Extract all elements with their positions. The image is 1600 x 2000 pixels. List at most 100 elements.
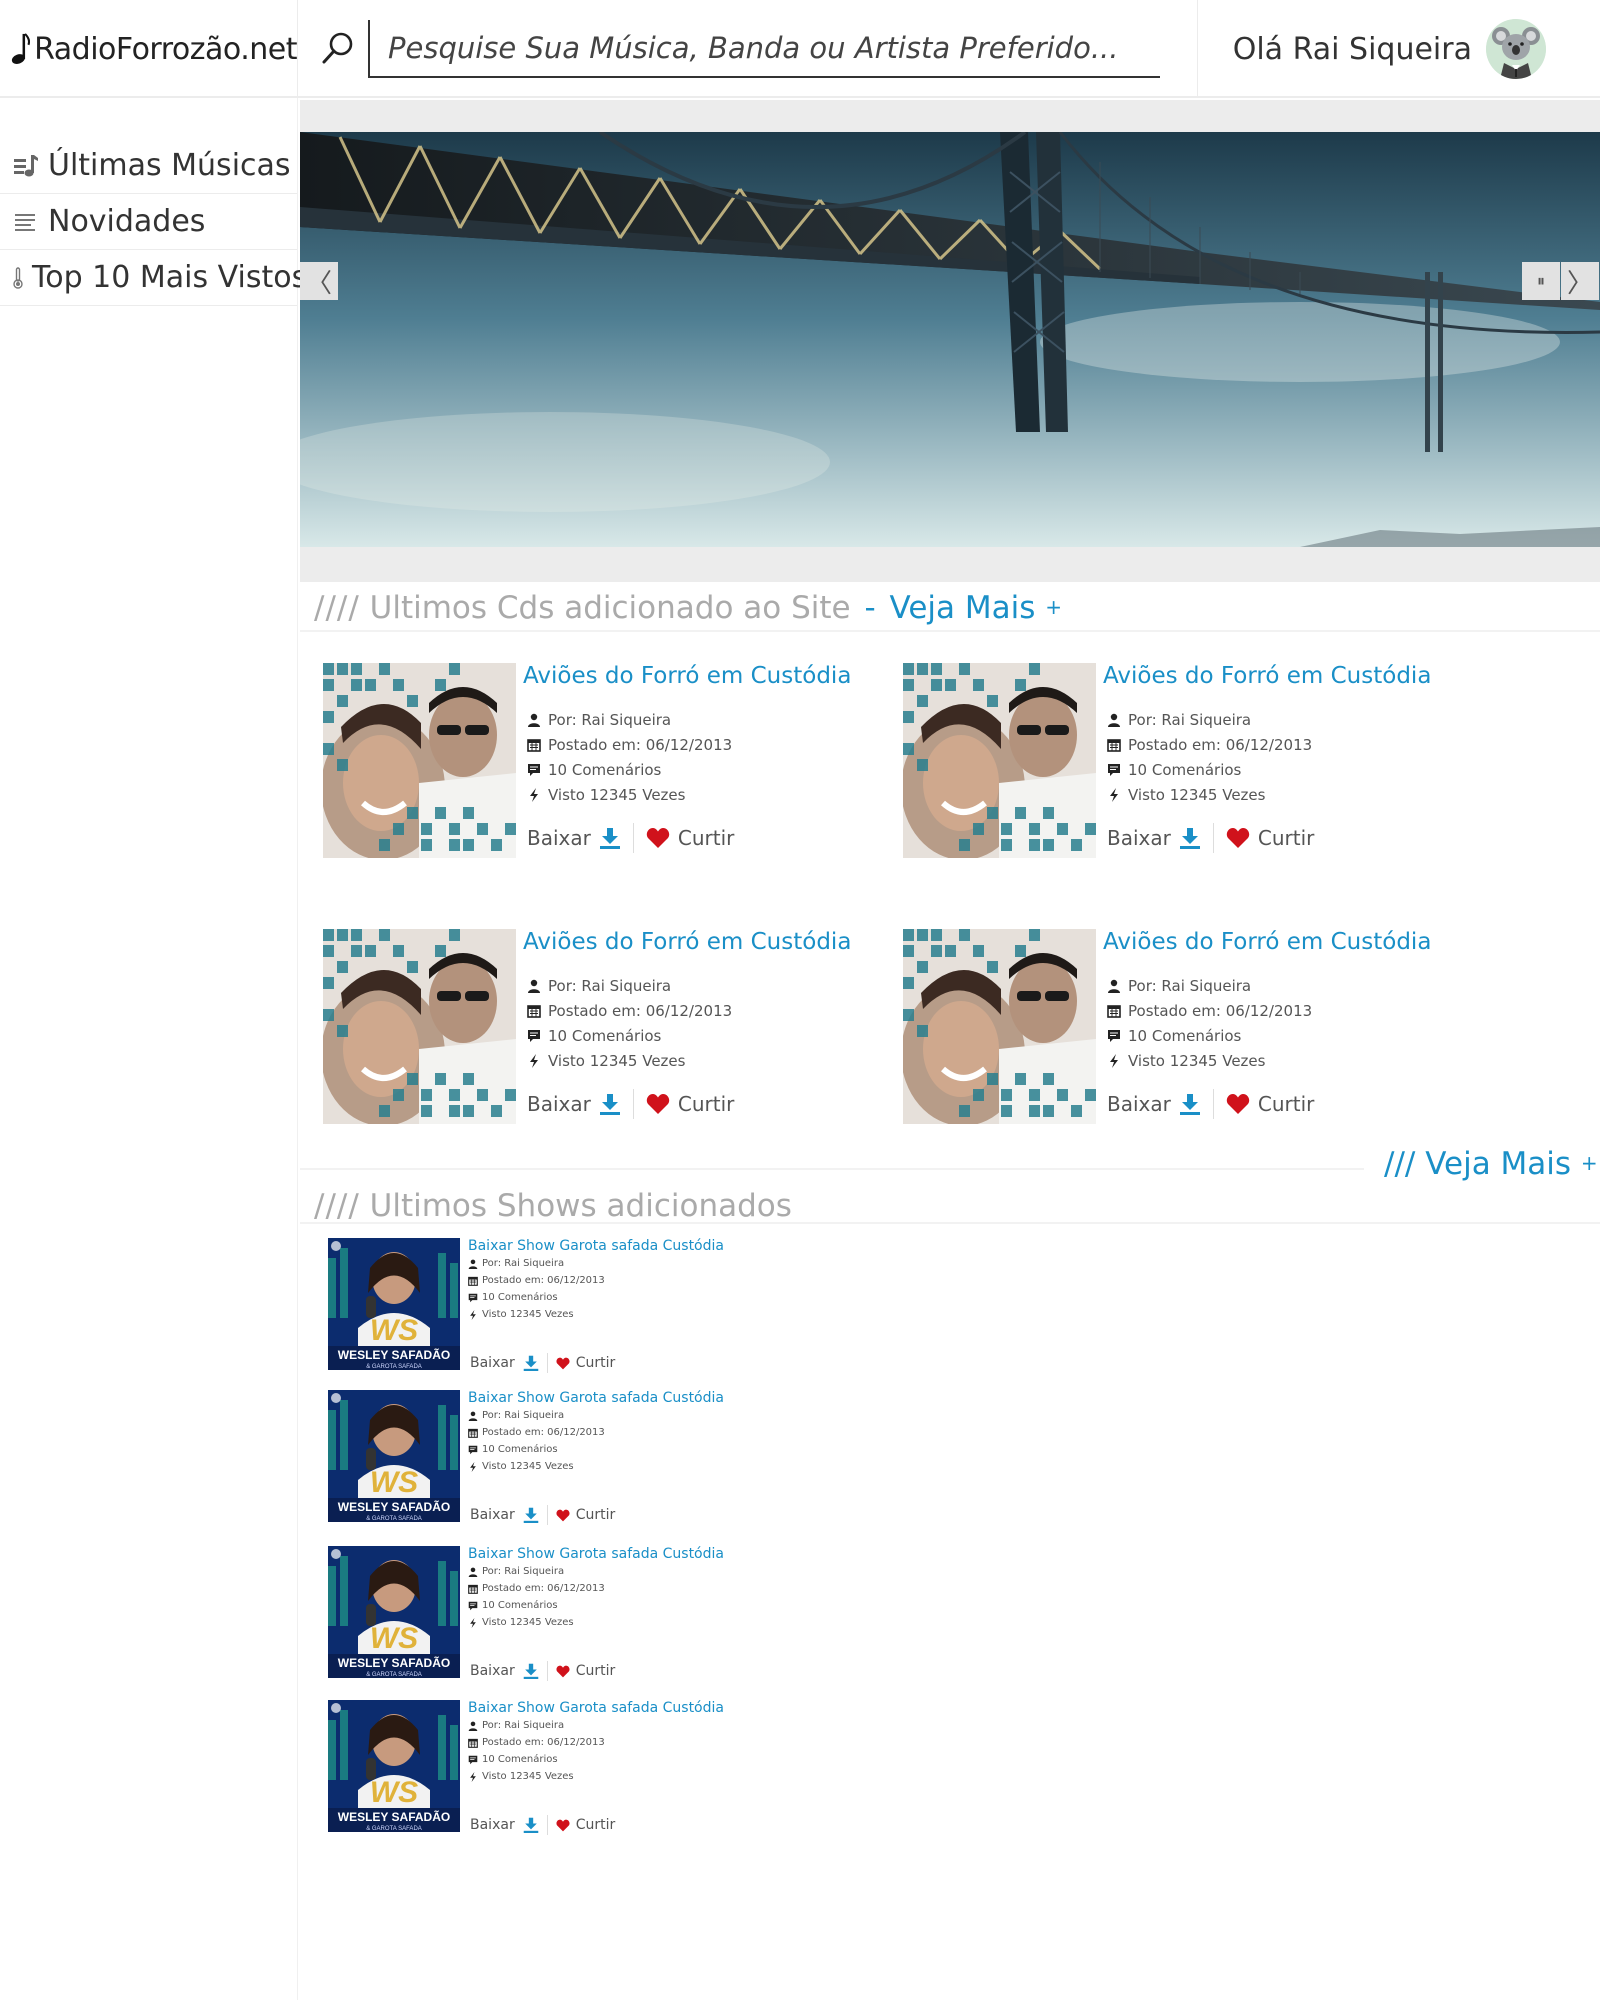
cd-title-link[interactable]: Aviões do Forró em Custódia [1103, 929, 1431, 955]
plus-icon: + [1045, 595, 1062, 619]
cal-icon [468, 1276, 478, 1286]
cmt-meta: 10 Comenários [468, 1292, 558, 1303]
user-icon [468, 1567, 478, 1577]
user-meta: Por: Rai Siqueira [527, 711, 671, 729]
cd-cover-image[interactable] [903, 663, 1096, 858]
sidebar-item-novidades[interactable]: Novidades [0, 194, 297, 250]
sidebar-item-ultimas-musicas[interactable]: Últimas Músicas [0, 138, 297, 194]
search-icon[interactable] [320, 30, 356, 66]
show-card: WS WESLEY SAFADÃO & GAROTA SAFADA Baixar… [328, 1700, 748, 1835]
like-label: Curtir [575, 1817, 616, 1833]
download-button[interactable]: Baixar [527, 1092, 621, 1116]
like-button[interactable]: Curtir [556, 1663, 615, 1679]
show-title-link[interactable]: Baixar Show Garota safada Custódia [468, 1390, 724, 1406]
cd-cover-image[interactable] [323, 663, 516, 858]
cal-meta-text: Postado em: 06/12/2013 [548, 736, 733, 754]
sidebar-item-top-10[interactable]: Top 10 Mais Vistos [0, 250, 307, 306]
slider-pause-button[interactable]: ⏸ [1522, 262, 1560, 300]
download-button[interactable]: Baixar [470, 1355, 539, 1371]
veja-mais-link[interactable]: Veja Mais + [890, 590, 1062, 626]
svg-text:WESLEY SAFADÃO: WESLEY SAFADÃO [338, 1655, 450, 1670]
like-button[interactable]: Curtir [1226, 1092, 1314, 1116]
like-button[interactable]: Curtir [556, 1507, 615, 1523]
like-button[interactable]: Curtir [556, 1817, 616, 1833]
slashes-decoration: //// [314, 590, 360, 626]
show-title-link[interactable]: Baixar Show Garota safada Custódia [468, 1546, 724, 1562]
cmt-meta-text: 10 Comenários [1128, 761, 1242, 779]
bolt-meta-text: Visto 12345 Vezes [482, 1461, 574, 1472]
svg-text:WESLEY SAFADÃO: WESLEY SAFADÃO [338, 1809, 450, 1824]
bolt-icon [468, 1772, 478, 1782]
action-divider [546, 1661, 548, 1681]
svg-text:WS: WS [370, 1622, 418, 1655]
slider-prev-button[interactable]: 〈 [300, 262, 338, 300]
cal-meta-text: Postado em: 06/12/2013 [482, 1737, 605, 1748]
user-meta-text: Por: Rai Siqueira [482, 1410, 565, 1421]
shows-section-header: //// Ultimos Shows adicionados [300, 1170, 1600, 1224]
section-title-text: Ultimos Shows adicionados [369, 1188, 792, 1224]
show-cover-image[interactable]: WS WESLEY SAFADÃO & GAROTA SAFADA [328, 1390, 460, 1522]
svg-text:WESLEY SAFADÃO: WESLEY SAFADÃO [338, 1499, 450, 1514]
search-input[interactable] [368, 20, 1160, 78]
show-title-link[interactable]: Baixar Show Garota safada Custódia [468, 1238, 724, 1254]
site-logo[interactable]: RadioForrozão.net [0, 0, 298, 98]
sidebar-item-label: Novidades [48, 204, 206, 239]
cmt-meta-text: 10 Comenários [482, 1292, 558, 1303]
download-label: Baixar [470, 1817, 515, 1833]
avatar[interactable] [1486, 19, 1546, 79]
user-meta: Por: Rai Siqueira [1107, 711, 1251, 729]
download-button[interactable]: Baixar [470, 1817, 539, 1833]
action-divider [1212, 823, 1214, 853]
download-button[interactable]: Baixar [470, 1507, 539, 1523]
slashes-decoration: //// [314, 1188, 360, 1224]
action-divider [1212, 1089, 1214, 1119]
cal-icon [527, 1004, 541, 1018]
cd-title-link[interactable]: Aviões do Forró em Custódia [523, 663, 851, 689]
user-meta: Por: Rai Siqueira [468, 1410, 564, 1421]
bolt-icon [527, 1054, 541, 1068]
cmt-icon [468, 1293, 478, 1303]
bolt-icon [468, 1310, 478, 1320]
cmt-icon [1107, 1029, 1121, 1043]
show-cover-image[interactable]: WS WESLEY SAFADÃO & GAROTA SAFADA [328, 1700, 460, 1832]
cd-cover-image[interactable] [903, 929, 1096, 1124]
show-cover-image[interactable]: WS WESLEY SAFADÃO & GAROTA SAFADA [328, 1546, 460, 1678]
bolt-meta-text: Visto 12345 Vezes [548, 786, 686, 804]
slider-next-button[interactable]: 〉 [1561, 262, 1599, 300]
download-button[interactable]: Baixar [470, 1663, 539, 1679]
chevron-left-icon: 〈 [305, 268, 332, 299]
sidebar-item-label: Top 10 Mais Vistos [32, 260, 308, 295]
bolt-meta: Visto 12345 Vezes [527, 1052, 685, 1070]
show-title-link[interactable]: Baixar Show Garota safada Custódia [468, 1700, 724, 1716]
user-area[interactable]: Olá Rai Siqueira [1200, 0, 1600, 98]
like-button[interactable]: Curtir [556, 1355, 615, 1371]
download-button[interactable]: Baixar [1107, 1092, 1201, 1116]
cd-cover-image[interactable] [323, 929, 516, 1124]
user-meta-text: Por: Rai Siqueira [1128, 977, 1252, 995]
download-button[interactable]: Baixar [527, 826, 621, 850]
cmt-icon [468, 1445, 478, 1455]
cmt-meta: 10 Comenários [1107, 761, 1241, 779]
cds-section-divider [300, 1148, 1364, 1170]
cd-card: Aviões do Forró em Custódia Por: Rai Siq… [903, 663, 1463, 863]
koala-avatar-icon [1486, 19, 1546, 79]
like-button[interactable]: Curtir [646, 1092, 734, 1116]
lines-icon [12, 207, 40, 237]
like-button[interactable]: Curtir [1226, 826, 1314, 850]
cd-title-link[interactable]: Aviões do Forró em Custódia [1103, 663, 1431, 689]
bolt-icon [527, 788, 541, 802]
download-button[interactable]: Baixar [1107, 826, 1201, 850]
bolt-meta: Visto 12345 Vezes [527, 786, 685, 804]
like-button[interactable]: Curtir [646, 826, 734, 850]
heart-icon [556, 1819, 570, 1832]
sidebar-item-label: Últimas Músicas [48, 148, 291, 183]
download-label: Baixar [527, 826, 591, 850]
title-dash: - [864, 590, 876, 626]
cd-title-link[interactable]: Aviões do Forró em Custódia [523, 929, 851, 955]
cal-meta: Postado em: 06/12/2013 [468, 1583, 605, 1594]
cd-actions: Baixar Curtir [1107, 1089, 1314, 1119]
cal-meta: Postado em: 06/12/2013 [468, 1737, 605, 1748]
bolt-meta: Visto 12345 Vezes [468, 1771, 574, 1782]
cmt-meta-text: 10 Comenários [482, 1600, 558, 1611]
show-cover-image[interactable]: WS WESLEY SAFADÃO & GAROTA SAFADA [328, 1238, 460, 1370]
